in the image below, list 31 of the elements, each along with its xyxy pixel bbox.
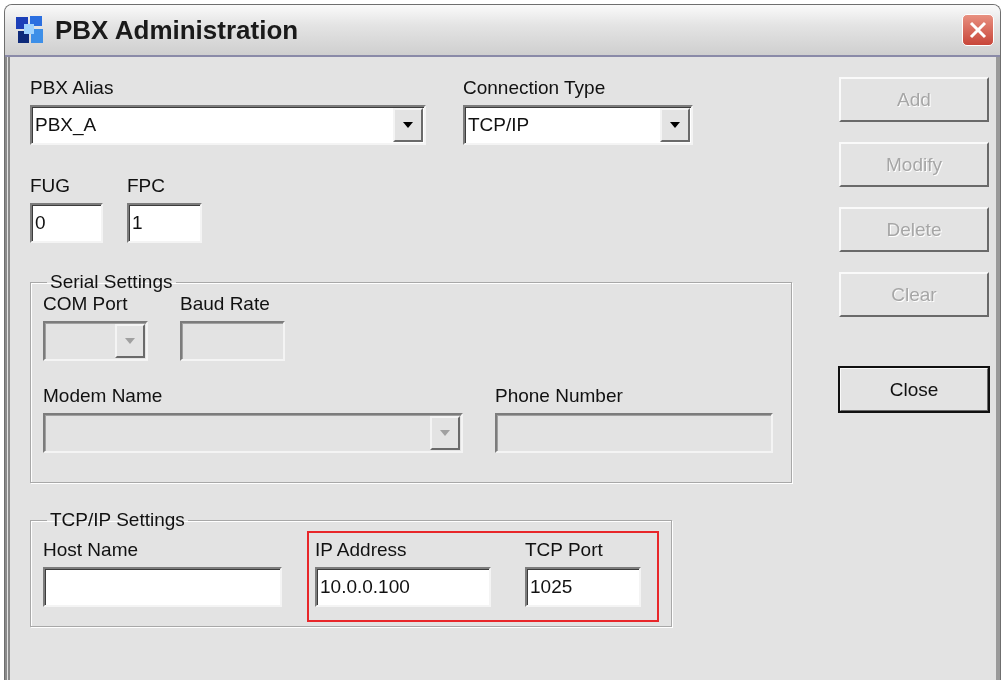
field-label: PBX Alias: [30, 77, 115, 99]
text-field[interactable]: 1: [127, 203, 202, 243]
field-label: FUG: [30, 175, 72, 197]
caret-icon: [125, 338, 135, 344]
app-icon: [15, 15, 45, 45]
field-label: Connection Type: [463, 77, 607, 99]
text-field[interactable]: [43, 567, 282, 607]
dropdown-button[interactable]: [660, 108, 690, 142]
text-field[interactable]: 10.0.0.100: [315, 567, 491, 607]
field-label: Phone Number: [495, 385, 624, 407]
window-title: PBX Administration: [55, 14, 300, 46]
close-icon: [968, 20, 988, 40]
caret-icon: [403, 122, 413, 128]
field-label: TCP Port: [525, 539, 604, 561]
caret-icon: [670, 122, 680, 128]
text-field[interactable]: 0: [30, 203, 103, 243]
group-title: Serial Settings: [49, 271, 174, 293]
dialog-button[interactable]: Close: [839, 367, 989, 412]
combo-box[interactable]: PBX_A: [30, 105, 426, 145]
field-label: Modem Name: [43, 385, 164, 407]
field-label: Host Name: [43, 539, 140, 561]
field-label: IP Address: [315, 539, 408, 561]
group-title: TCP/IP Settings: [49, 509, 186, 531]
text-field[interactable]: 1025: [525, 567, 641, 607]
field-label: Baud Rate: [180, 293, 271, 315]
combo-box[interactable]: TCP/IP: [463, 105, 693, 145]
close-button[interactable]: [962, 14, 994, 46]
field-label: COM Port: [43, 293, 129, 315]
caret-icon: [440, 430, 450, 436]
dropdown-button[interactable]: [393, 108, 423, 142]
field-label: FPC: [127, 175, 166, 197]
